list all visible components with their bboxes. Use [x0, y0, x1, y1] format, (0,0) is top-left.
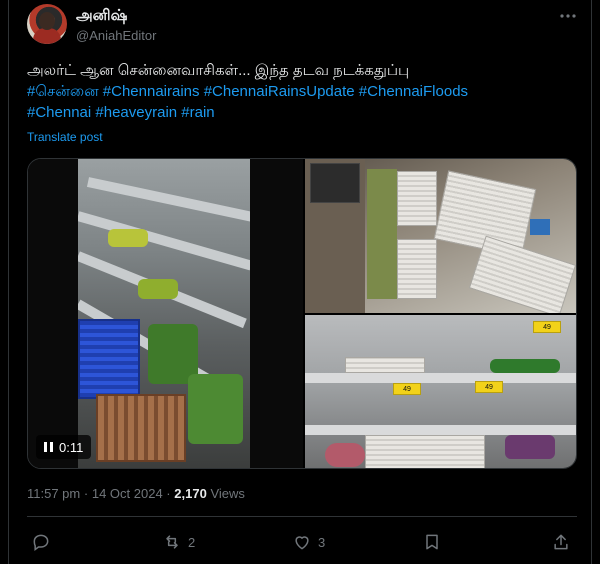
avatar[interactable]: [27, 4, 67, 44]
action-bar: 2 3: [27, 528, 577, 556]
video-time: 0:11: [59, 439, 84, 455]
produce: [490, 359, 560, 373]
hashtag-line: #Chennai #heaveyrain #rain: [27, 102, 567, 123]
more-icon[interactable]: [556, 4, 580, 28]
newspaper: [397, 171, 437, 226]
reply-button[interactable]: [31, 528, 57, 556]
like-button[interactable]: 3: [292, 528, 325, 556]
newspaper: [397, 239, 437, 299]
price-tag: 49: [533, 321, 561, 333]
reply-icon: [33, 534, 49, 551]
share-icon: [554, 534, 568, 550]
newspaper: [365, 435, 485, 468]
video-frame-image: [78, 159, 250, 468]
crate: [310, 163, 360, 203]
media-grid: 0:11 49 49 49: [27, 158, 577, 469]
tweet-meta: 11:57 pm · 14 Oct 2024 · 2,170 Views: [27, 486, 245, 501]
views-count: 2,170: [174, 486, 207, 501]
newspaper: [468, 235, 576, 313]
produce-column: [367, 169, 397, 299]
like-count: 3: [318, 534, 326, 550]
hashtag-link[interactable]: #Chennai: [27, 104, 91, 121]
produce: [325, 443, 365, 467]
divider: [27, 516, 577, 517]
video-player[interactable]: 0:11: [28, 159, 303, 468]
author-display-name[interactable]: அனிஷ்: [76, 7, 127, 26]
like-icon: [295, 536, 309, 550]
produce: [188, 374, 243, 444]
price-tag: 49: [393, 383, 421, 395]
post-time[interactable]: 11:57 pm: [27, 486, 80, 501]
meta-separator: ·: [166, 486, 171, 501]
tweet-text: அலர்ட் ஆன சென்னைவாசிகள்... இந்த தடவ நடக்…: [27, 60, 567, 123]
shelf: [86, 177, 250, 223]
avatar-figure-body: [33, 28, 61, 44]
tweet-text-line: அலர்ட் ஆன சென்னைவாசிகள்... இந்த தடவ நடக்…: [27, 62, 410, 79]
hashtag-link[interactable]: #heaveyrain: [95, 104, 177, 121]
avatar-figure-face: [39, 12, 55, 30]
translate-post-link[interactable]: Translate post: [27, 130, 103, 144]
author-handle[interactable]: @AniahEditor: [76, 28, 156, 43]
produce: [108, 229, 148, 247]
hashtag-link[interactable]: #ChennaiRainsUpdate: [204, 83, 355, 100]
blue-crate: [78, 319, 140, 399]
bookmark-icon: [426, 534, 438, 550]
post-date[interactable]: 14 Oct 2024: [92, 486, 163, 501]
produce: [138, 279, 178, 299]
repost-count: 2: [188, 534, 196, 550]
shelf: [305, 425, 576, 435]
meta-separator: ·: [83, 486, 89, 501]
hashtag-link[interactable]: #Chennairains: [103, 83, 200, 100]
hashtag-link[interactable]: #rain: [181, 104, 214, 121]
newspaper: [345, 357, 425, 373]
hashtag-link[interactable]: #ChennaiFloods: [359, 83, 468, 100]
shelf: [305, 373, 576, 383]
repost-icon: [166, 535, 178, 549]
views-label: Views: [210, 486, 245, 501]
video-timer[interactable]: 0:11: [36, 435, 92, 459]
poster: [530, 219, 550, 235]
brown-crate: [96, 394, 186, 462]
pause-icon[interactable]: [44, 442, 53, 452]
hashtag-link[interactable]: #சென்னை: [27, 83, 99, 100]
photo-empty-shelves[interactable]: 49 49 49: [305, 315, 576, 468]
photo-shelves-newspaper[interactable]: [305, 159, 576, 313]
bookmark-button[interactable]: [422, 528, 442, 556]
hashtag-line: #சென்னை #Chennairains #ChennaiRainsUpdat…: [27, 81, 567, 102]
share-button[interactable]: [551, 528, 571, 556]
price-tag: 49: [475, 381, 503, 393]
repost-button[interactable]: 2: [162, 528, 195, 556]
produce: [505, 435, 555, 459]
